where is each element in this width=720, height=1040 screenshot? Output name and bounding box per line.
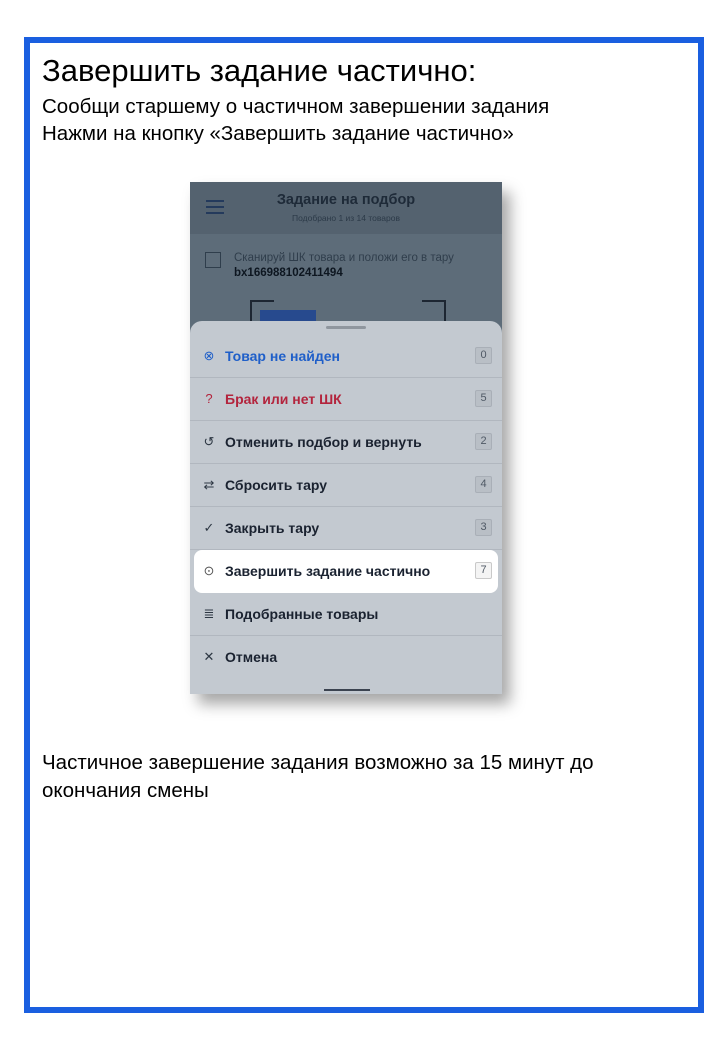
menu-item-label: Отмена <box>225 649 278 665</box>
slide-frame: Завершить задание частично: Сообщи старш… <box>24 37 704 1013</box>
footnote: Частичное завершение задания возможно за… <box>42 751 594 802</box>
menu-item-cancel[interactable]: ✕ Отмена <box>190 636 502 679</box>
scan-instruction: Сканируй ШК товара и положи его в тару b… <box>234 251 502 281</box>
menu-item-label: Брак или нет ШК <box>225 391 342 407</box>
app-header: Задание на подбор Подобрано 1 из 14 това… <box>190 182 502 234</box>
barcode-scan-icon <box>205 252 221 268</box>
menu-item-picked-goods[interactable]: ≣ Подобранные товары <box>190 593 502 636</box>
home-indicator <box>324 689 370 691</box>
menu-item-label: Сбросить тару <box>225 477 328 493</box>
menu-item-not-found[interactable]: ⊗ Товар не найден 0 <box>190 335 502 378</box>
instruction-line-1: Сообщи старшему о частичном завершении з… <box>42 95 550 118</box>
check-circle-icon: ⊙ <box>203 563 215 578</box>
menu-item-cancel-pick[interactable]: ↺ Отменить подбор и вернуть 2 <box>190 421 502 464</box>
phone-screenshot: Задание на подбор Подобрано 1 из 14 това… <box>190 182 502 694</box>
question-icon: ? <box>205 391 213 406</box>
list-icon: ≣ <box>203 606 215 621</box>
check-icon: ✓ <box>203 520 215 535</box>
scan-instruction-text: Сканируй ШК товара и положи его в тару <box>234 252 454 264</box>
slide-title: Завершить задание частично: <box>42 53 477 88</box>
menu-item-shortcut: 0 <box>475 347 492 364</box>
undo-icon: ↺ <box>203 434 215 449</box>
menu-item-close-container[interactable]: ✓ Закрыть тару 3 <box>190 507 502 550</box>
instruction-line-2: Нажми на кнопку «Завершить задание части… <box>42 122 514 145</box>
menu-item-label: Товар не найден <box>225 348 340 364</box>
container-code: bx166988102411494 <box>234 267 343 279</box>
reset-container-icon: ⇄ <box>203 477 215 492</box>
menu-item-shortcut: 3 <box>475 519 492 536</box>
not-found-icon: ⊗ <box>203 348 215 363</box>
menu-item-defect[interactable]: ? Брак или нет ШК 5 <box>190 378 502 421</box>
menu-item-shortcut: 7 <box>475 562 492 579</box>
header-title: Задание на подбор <box>276 192 416 208</box>
sheet-drag-handle[interactable] <box>326 326 366 329</box>
close-icon: ✕ <box>203 649 215 664</box>
header-subtitle: Подобрано 1 из 14 товаров <box>292 213 400 223</box>
menu-item-shortcut: 4 <box>475 476 492 493</box>
menu-item-label: Отменить подбор и вернуть <box>225 434 422 450</box>
menu-item-finish-partially[interactable]: ⊙ Завершить задание частично 7 <box>194 550 498 593</box>
menu-item-shortcut: 2 <box>475 433 492 450</box>
menu-item-label: Подобранные товары <box>225 606 379 622</box>
action-bottom-sheet: ⊗ Товар не найден 0 ? Брак или нет ШК 5 … <box>190 321 502 694</box>
menu-item-shortcut: 5 <box>475 390 492 407</box>
menu-item-reset-container[interactable]: ⇄ Сбросить тару 4 <box>190 464 502 507</box>
menu-item-label: Завершить задание частично <box>225 563 431 579</box>
menu-item-label: Закрыть тару <box>225 520 320 536</box>
